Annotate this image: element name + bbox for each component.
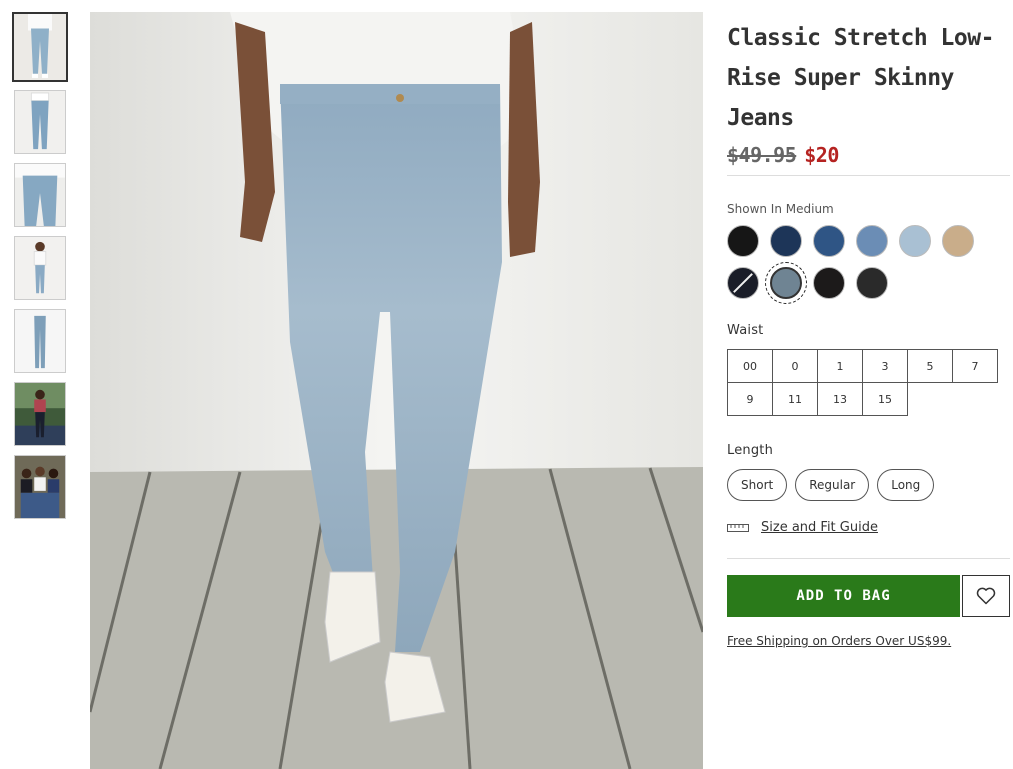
waist-size-option[interactable]: 15	[862, 382, 908, 416]
thumbnail-2[interactable]	[14, 90, 66, 154]
size-guide-link[interactable]: Size and Fit Guide	[761, 520, 878, 535]
waist-label: Waist	[727, 323, 764, 338]
heart-icon	[976, 587, 996, 605]
color-swatch[interactable]	[727, 225, 759, 257]
waist-size-option[interactable]: 13	[817, 382, 863, 416]
waist-size-option[interactable]: 7	[952, 349, 998, 383]
color-swatch[interactable]	[942, 225, 974, 257]
color-swatch[interactable]	[856, 225, 888, 257]
product-title: Classic Stretch Low-Rise Super Skinny Je…	[727, 25, 994, 131]
thumbnail-5[interactable]	[14, 309, 66, 373]
product-details: Classic Stretch Low-Rise Super Skinny Je…	[727, 18, 1010, 648]
shown-in-label: Shown In Medium	[727, 202, 834, 216]
waist-size-option[interactable]: 0	[772, 349, 818, 383]
thumbnail-7[interactable]	[14, 455, 66, 519]
waist-size-option[interactable]: 00	[727, 349, 773, 383]
color-swatch[interactable]	[765, 262, 807, 304]
main-product-image	[90, 12, 703, 769]
color-swatches	[727, 225, 987, 304]
color-swatch[interactable]	[856, 267, 888, 299]
thumbnail-list	[12, 12, 68, 528]
sale-price: $20	[804, 142, 839, 167]
free-shipping-link[interactable]: Free Shipping on Orders Over US$99.	[727, 634, 1010, 648]
waist-size-option[interactable]: 9	[727, 382, 773, 416]
cta-row: ADD TO BAG	[727, 575, 1010, 617]
add-to-bag-button[interactable]: ADD TO BAG	[727, 575, 960, 617]
waist-size-option[interactable]: 3	[862, 349, 908, 383]
waist-size-option[interactable]: 5	[907, 349, 953, 383]
thumbnail-6[interactable]	[14, 382, 66, 446]
product-page: Classic Stretch Low-Rise Super Skinny Je…	[0, 0, 1013, 769]
thumbnail-1[interactable]	[12, 12, 68, 82]
color-swatch[interactable]	[813, 225, 845, 257]
original-price: $49.95	[727, 142, 797, 167]
length-option[interactable]: Short	[727, 469, 788, 501]
length-label: Length	[727, 443, 774, 458]
color-swatch[interactable]	[813, 267, 845, 299]
color-swatch[interactable]	[770, 225, 802, 257]
unavailable-slash	[733, 273, 753, 293]
wishlist-button[interactable]	[962, 575, 1010, 617]
thumbnail-3[interactable]	[14, 163, 66, 227]
ruler-icon	[727, 523, 749, 532]
length-option[interactable]: Regular	[795, 469, 870, 501]
waist-size-option[interactable]: 11	[772, 382, 818, 416]
color-swatch[interactable]	[727, 267, 759, 299]
waist-size-option[interactable]: 1	[817, 349, 863, 383]
length-option[interactable]: Long	[877, 469, 935, 501]
price-row: $49.95 $20	[727, 140, 1010, 176]
length-options: Short Regular Long	[727, 469, 1010, 501]
size-guide-row: Size and Fit Guide	[727, 520, 1010, 559]
thumbnail-4[interactable]	[14, 236, 66, 300]
waist-size-grid: 00 0 1 3 5 7 9 11 13 15	[727, 349, 998, 416]
color-swatch[interactable]	[899, 225, 931, 257]
